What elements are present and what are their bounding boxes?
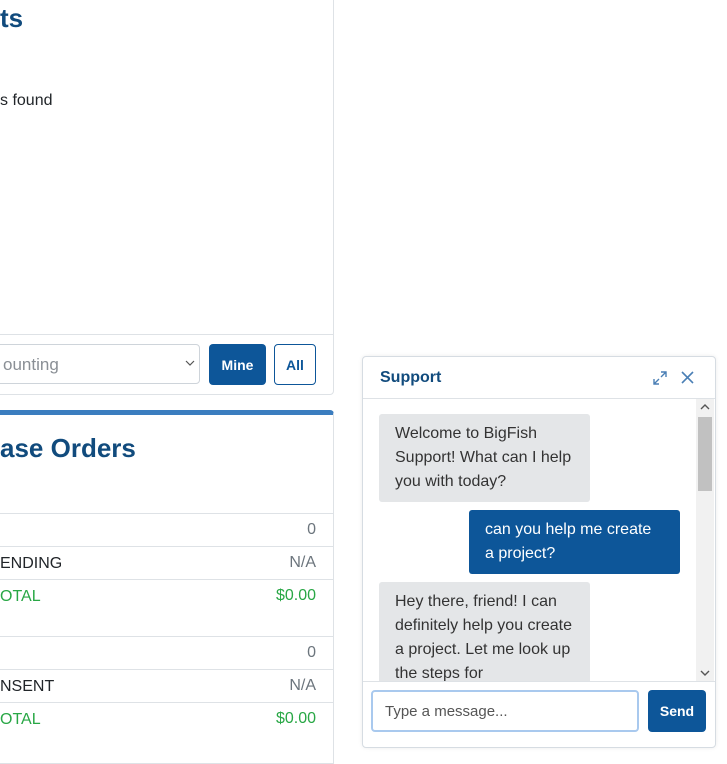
bot-message: Welcome to BigFish Support! What can I h… bbox=[379, 414, 590, 502]
bot-message: Hey there, friend! I can definitely help… bbox=[379, 582, 590, 681]
order-row-value: N/A bbox=[289, 554, 316, 571]
order-row: NSENT N/A bbox=[0, 669, 333, 702]
purchase-orders-title: ase Orders bbox=[0, 433, 136, 463]
chat-footer: Send bbox=[363, 681, 715, 748]
project-filter-select[interactable]: ounting bbox=[0, 344, 200, 384]
order-total-value: $0.00 bbox=[275, 710, 316, 727]
chevron-down-icon bbox=[185, 360, 195, 366]
close-icon[interactable] bbox=[680, 370, 695, 385]
order-row: 0 bbox=[0, 636, 333, 669]
order-row: ENDING N/A bbox=[0, 546, 333, 579]
order-row-value: 0 bbox=[307, 644, 316, 661]
select-value: ounting bbox=[3, 355, 59, 374]
order-row-value: N/A bbox=[289, 677, 316, 694]
all-button[interactable]: All bbox=[274, 344, 316, 385]
mine-button[interactable]: Mine bbox=[209, 344, 266, 385]
send-button[interactable]: Send bbox=[648, 690, 706, 732]
scroll-thumb[interactable] bbox=[698, 417, 712, 491]
projects-empty-message: s found bbox=[0, 92, 53, 109]
order-row-value: 0 bbox=[307, 521, 316, 538]
chat-title: Support bbox=[380, 369, 442, 386]
order-row: 0 bbox=[0, 513, 333, 546]
projects-title: ts bbox=[0, 3, 24, 33]
scroll-up-icon[interactable] bbox=[700, 403, 710, 411]
order-total-label: OTAL bbox=[0, 588, 41, 605]
message-input[interactable] bbox=[371, 690, 639, 732]
order-total-value: $0.00 bbox=[275, 587, 316, 604]
projects-filter-bar: ounting Mine All bbox=[0, 334, 333, 394]
scroll-down-icon[interactable] bbox=[700, 669, 710, 677]
chat-scrollbar[interactable] bbox=[696, 399, 714, 681]
order-total-label: OTAL bbox=[0, 711, 41, 728]
support-chat-widget: Support Welcome to BigFish Support! What… bbox=[362, 356, 716, 748]
order-row-label: ENDING bbox=[0, 555, 63, 572]
user-message: can you help me create a project? bbox=[469, 510, 680, 574]
order-row-label: NSENT bbox=[0, 678, 55, 695]
order-total-row: OTAL $0.00 bbox=[0, 702, 333, 735]
chat-header: Support bbox=[363, 357, 715, 399]
order-total-row: OTAL $0.00 bbox=[0, 579, 333, 612]
chat-messages: Welcome to BigFish Support! What can I h… bbox=[363, 399, 715, 681]
expand-icon[interactable] bbox=[652, 370, 668, 386]
dashboard-left-column: ts s found ounting Mine All ase Orders 0… bbox=[0, 0, 334, 764]
